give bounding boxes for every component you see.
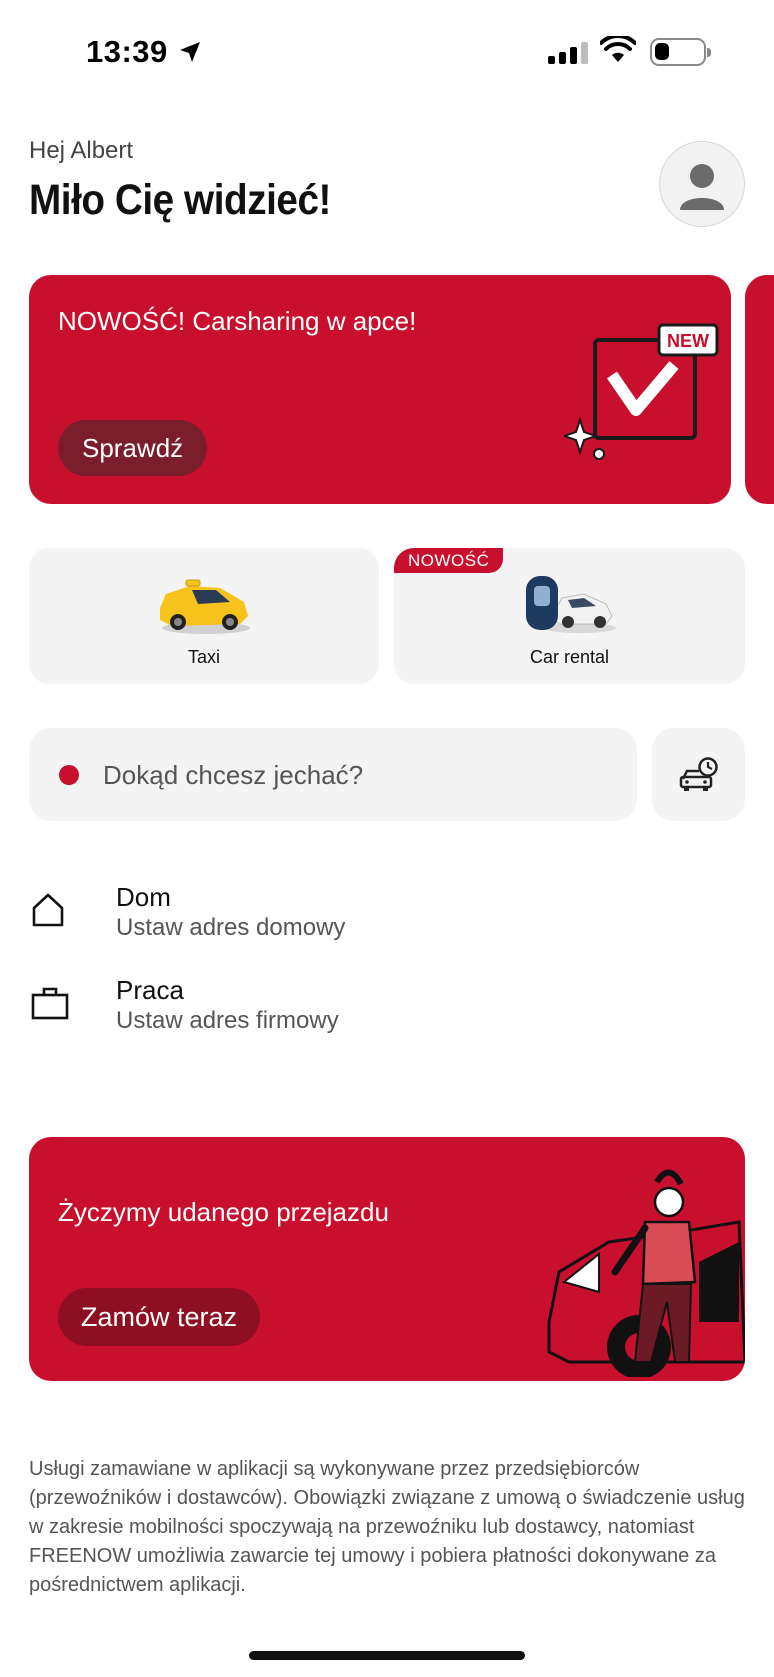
status-bar: 13:39 bbox=[0, 0, 774, 100]
next-banner-peek[interactable] bbox=[745, 275, 774, 504]
profile-avatar-button[interactable] bbox=[659, 141, 745, 227]
order-now-button[interactable]: Zamów teraz bbox=[58, 1288, 261, 1346]
page-title: Miło Cię widzieć! bbox=[29, 176, 331, 224]
saved-place-title: Dom bbox=[116, 882, 171, 912]
car-clock-icon bbox=[679, 756, 718, 791]
car-rental-key-icon bbox=[525, 576, 616, 633]
promo-banner-text: NOWOŚĆ! Carsharing w apce! bbox=[58, 306, 417, 336]
schedule-ride-button[interactable] bbox=[652, 728, 745, 821]
saved-place-subtitle: Ustaw adres firmowy bbox=[116, 1007, 339, 1034]
new-tag: NEW bbox=[667, 331, 709, 351]
legal-disclaimer: Usługi zamawiane w aplikacji są wykonywa… bbox=[29, 1458, 745, 1596]
cellular-signal-icon bbox=[548, 40, 588, 64]
saved-place-title: Praca bbox=[116, 975, 184, 1005]
wifi-icon bbox=[600, 36, 636, 62]
taxi-car-icon bbox=[160, 579, 250, 634]
status-time: 13:39 bbox=[86, 34, 168, 69]
origin-dot-icon bbox=[59, 765, 79, 785]
battery-level bbox=[655, 43, 669, 60]
carsharing-promo-banner[interactable]: NOWOŚĆ! Carsharing w apce! Sprawdź NEW bbox=[29, 275, 731, 504]
battery-icon bbox=[650, 38, 711, 66]
service-tile-car-rental[interactable]: NOWOŚĆ Car rental bbox=[394, 548, 745, 684]
person-car-illustration-icon bbox=[547, 1169, 745, 1377]
user-icon bbox=[680, 164, 724, 210]
location-arrow-icon bbox=[180, 42, 200, 62]
service-label-taxi: Taxi bbox=[187, 647, 220, 667]
saved-place-work[interactable]: Praca Ustaw adres firmowy bbox=[29, 971, 729, 1041]
destination-search[interactable] bbox=[29, 728, 637, 821]
greeting: Hej Albert bbox=[29, 137, 134, 164]
home-indicator[interactable] bbox=[249, 1651, 525, 1660]
new-badge: NOWOŚĆ bbox=[394, 548, 504, 573]
ride-banner-text: Życzymy udanego przejazdu bbox=[58, 1197, 389, 1227]
service-label-car-rental: Car rental bbox=[529, 647, 610, 667]
briefcase-icon bbox=[31, 987, 69, 1020]
destination-search-input[interactable] bbox=[103, 756, 603, 794]
home-icon bbox=[32, 893, 64, 927]
new-app-illustration-icon: NEW bbox=[564, 323, 719, 460]
saved-place-home[interactable]: Dom Ustaw adres domowy bbox=[29, 878, 729, 948]
check-button[interactable]: Sprawdź bbox=[58, 420, 208, 476]
service-tile-taxi[interactable]: Taxi bbox=[29, 548, 379, 684]
ride-promo-banner[interactable]: Życzymy udanego przejazdu Zamów teraz bbox=[29, 1137, 745, 1381]
saved-place-subtitle: Ustaw adres domowy bbox=[116, 914, 346, 941]
